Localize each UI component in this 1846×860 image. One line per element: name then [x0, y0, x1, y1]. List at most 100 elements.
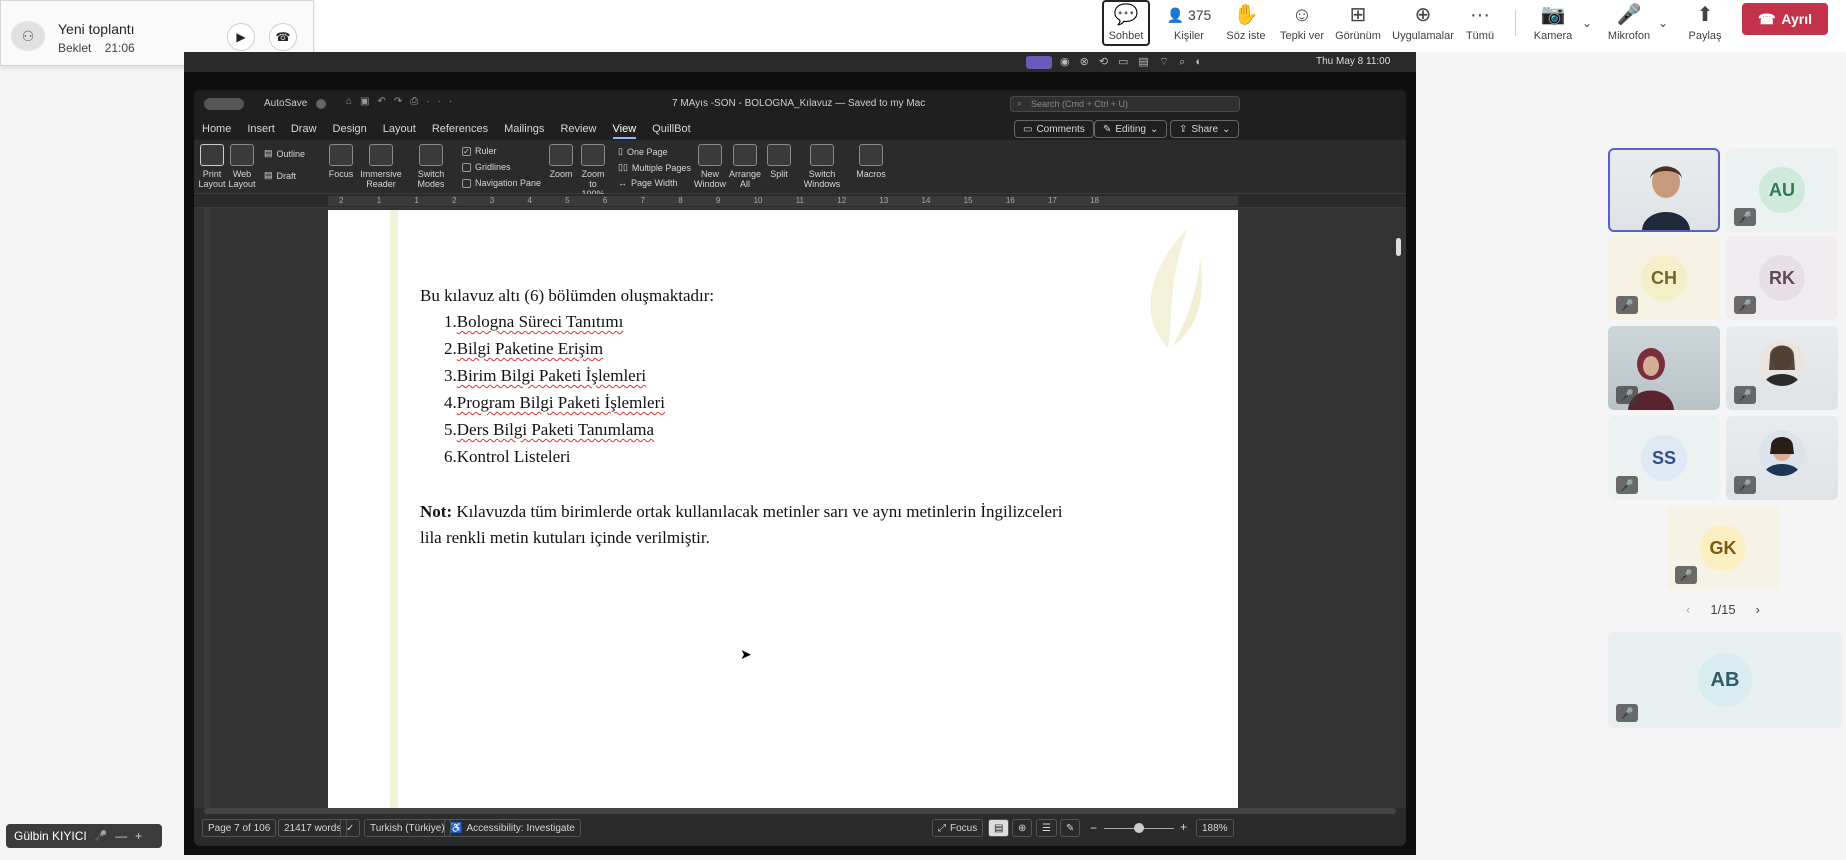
quick-access-icons[interactable]: ⌂▣↶↷⎙···: [346, 96, 460, 107]
page-width-button[interactable]: ↔ Page Width: [618, 178, 678, 188]
participant-tile-active[interactable]: [1608, 148, 1720, 232]
draft-button[interactable]: ▤ Draft: [264, 170, 296, 181]
multiple-pages-button[interactable]: ▯▯ Multiple Pages: [618, 162, 691, 173]
menu-tab-mailings[interactable]: Mailings: [504, 123, 544, 139]
participant-tile-ss[interactable]: SS 🎤: [1608, 416, 1720, 500]
vertical-scrollbar[interactable]: [1396, 238, 1401, 256]
search-box[interactable]: ⌕ Search (Cmd + Ctrl + U): [1010, 96, 1240, 112]
web-layout-button[interactable]: Web Layout: [228, 144, 256, 189]
ruler-checkbox[interactable]: ✓ Ruler: [462, 146, 497, 156]
list-text: Kontrol Listeleri: [456, 447, 571, 466]
minimize-icon[interactable]: —: [115, 829, 127, 843]
draft-view-button[interactable]: ✎: [1060, 819, 1081, 837]
zoom-100-button[interactable]: Zoom to 100%: [578, 144, 608, 199]
raise-hand-button[interactable]: ✋ Söz iste: [1218, 0, 1274, 46]
menu-tab-home[interactable]: Home: [202, 123, 231, 139]
apps-button[interactable]: ⊕ Uygulamalar: [1386, 0, 1460, 46]
participant-tile-rk[interactable]: RK 🎤: [1726, 236, 1838, 320]
list-item: 4.Program Bilgi Paketi İşlemleri: [444, 393, 665, 420]
chat-button[interactable]: 💬 Sohbet: [1102, 0, 1150, 46]
camera-button[interactable]: 📷 Kamera: [1530, 0, 1576, 46]
new-window-label: New Window: [694, 169, 727, 189]
arrange-all-button[interactable]: Arrange All: [729, 144, 761, 189]
proofing-icon[interactable]: ✓: [340, 819, 361, 837]
zoom-slider-thumb[interactable]: [1134, 823, 1144, 833]
mic-off-icon: 🎤: [94, 830, 108, 842]
switch-modes-button[interactable]: Switch Modes: [414, 144, 448, 189]
language-indicator[interactable]: Turkish (Türkiye): [364, 819, 451, 837]
menu-tab-design[interactable]: Design: [333, 123, 367, 139]
share-button[interactable]: ⬆ Paylaş: [1680, 0, 1730, 46]
hangup-button[interactable]: ☎: [269, 23, 297, 51]
macros-button[interactable]: Macros: [854, 144, 888, 179]
menu-tab-quillbot[interactable]: QuillBot: [652, 123, 691, 139]
react-button[interactable]: ☺ Tepki ver: [1274, 0, 1330, 46]
avatar-gk: GK: [1700, 525, 1746, 571]
mic-options-button[interactable]: ⌄: [1654, 0, 1672, 46]
menu-tab-insert[interactable]: Insert: [247, 123, 275, 139]
focus-button[interactable]: Focus: [326, 144, 356, 179]
zoom-button[interactable]: Zoom: [548, 144, 574, 179]
split-button[interactable]: Split: [764, 144, 794, 179]
participant-tile-ch[interactable]: CH 🎤: [1608, 236, 1720, 320]
autosave-toggle[interactable]: [316, 99, 326, 109]
new-window-button[interactable]: New Window: [694, 144, 726, 189]
participant-tile-photo-3[interactable]: 🎤: [1726, 416, 1838, 500]
editing-button[interactable]: ✎ Editing ⌄: [1094, 120, 1168, 138]
immersive-reader-button[interactable]: Immersive Reader: [360, 144, 402, 189]
chevron-right-icon[interactable]: ›: [1756, 602, 1760, 617]
switch-windows-button[interactable]: Switch Windows: [802, 144, 842, 189]
participant-tile-gk[interactable]: GK 🎤: [1667, 506, 1779, 590]
menu-tab-layout[interactable]: Layout: [383, 123, 416, 139]
avatar-initials: AU: [1769, 179, 1795, 200]
zoom-in-button[interactable]: +: [1180, 820, 1187, 834]
word-count[interactable]: 21417 words: [278, 819, 348, 837]
print-layout-button[interactable]: Print Layout: [198, 144, 226, 189]
pager-label: 1/15: [1710, 602, 1736, 617]
share-doc-button[interactable]: ⇪ Share ⌄: [1170, 120, 1240, 138]
web-layout-view-button[interactable]: ⊕: [1012, 819, 1033, 837]
menu-tab-draw[interactable]: Draw: [291, 123, 317, 139]
camera-options-button[interactable]: ⌄: [1578, 0, 1596, 46]
moon-icon: [419, 144, 443, 166]
outline-button[interactable]: ▤ Outline: [264, 148, 305, 159]
horizontal-scrollbar[interactable]: [204, 808, 1396, 814]
print-layout-view-button[interactable]: ▤: [988, 819, 1010, 837]
resume-button[interactable]: ▶: [227, 23, 255, 51]
ruler-tick-label: 13: [879, 196, 889, 205]
window-controls[interactable]: [204, 98, 244, 110]
navigation-pane-checkbox[interactable]: Navigation Pane: [462, 178, 541, 188]
participant-tile-photo-2[interactable]: 🎤: [1726, 326, 1838, 410]
leave-button[interactable]: ☎ Ayrıl: [1742, 3, 1828, 35]
document-page[interactable]: Bu kılavuz altı (6) bölümden oluşmaktadı…: [328, 210, 1238, 808]
expand-icon: ⤢: [938, 822, 946, 834]
participant-tile-video[interactable]: 🎤: [1608, 326, 1720, 410]
mic-button[interactable]: 🎤 Mikrofon: [1600, 0, 1658, 46]
list-text: Birim Bilgi Paketi İşlemleri: [456, 366, 647, 385]
menu-tab-view[interactable]: View: [612, 123, 637, 139]
horizontal-ruler[interactable]: 2 1 1 2 3 4 5 6 7 8 9 10 11 12 13 14 15 16 17 18: [194, 194, 1406, 208]
ruler-tick-label: 9: [715, 196, 721, 205]
one-page-button[interactable]: ▯ One Page: [618, 146, 667, 157]
zoom-level[interactable]: 188%: [1196, 819, 1234, 837]
expand-icon[interactable]: +: [135, 829, 142, 843]
mic-off-icon: 🎤: [1616, 476, 1638, 494]
menu-tab-references[interactable]: References: [432, 123, 488, 139]
menu-tab-review[interactable]: Review: [560, 123, 596, 139]
new-window-icon: [698, 144, 722, 166]
people-button[interactable]: 👤 375 Kişiler: [1160, 0, 1218, 46]
view-button[interactable]: ⊞ Görünüm: [1330, 0, 1386, 46]
chevron-left-icon[interactable]: ‹: [1686, 602, 1690, 617]
page-indicator[interactable]: Page 7 of 106: [202, 819, 277, 837]
outline-view-button[interactable]: ☰: [1036, 819, 1057, 837]
accessibility-indicator[interactable]: ♿ Accessibility: Investigate: [444, 819, 581, 837]
comments-button[interactable]: ▭ Comments: [1014, 120, 1094, 138]
zoom-out-button[interactable]: −: [1090, 821, 1097, 835]
focus-mode-button[interactable]: ⤢ Focus: [932, 819, 984, 837]
participant-tile-au[interactable]: AU 🎤: [1726, 148, 1838, 232]
more-button[interactable]: ··· Tümü: [1460, 0, 1500, 46]
gridlines-checkbox[interactable]: Gridlines: [462, 162, 511, 172]
participant-tile-ab[interactable]: AB 🎤: [1608, 632, 1842, 728]
zoom-100-icon: [581, 144, 605, 166]
comment-icon: ▭: [1023, 123, 1033, 135]
